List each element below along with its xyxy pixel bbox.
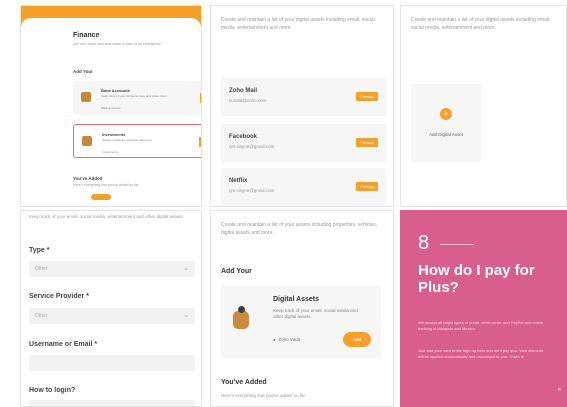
added-heading: You've Added [73, 176, 103, 181]
card-meta: Zoho Vault [273, 337, 299, 342]
finance-screen-tile: Finance Are your digital accounts ready … [20, 5, 202, 207]
digital-assets-empty-tile: Create and maintain a list of your digit… [400, 5, 567, 207]
page-description: Are your digital accounts ready in case … [73, 42, 163, 46]
bank-icon [81, 92, 91, 102]
plus-icon: + [440, 108, 452, 120]
divider [440, 244, 474, 245]
add-button[interactable]: Add [343, 332, 371, 347]
account-row[interactable]: Netflix rjm.sisyne@gmail.com Primary [221, 168, 386, 206]
chevron-down-icon: ⌄ [183, 265, 189, 272]
slide-number: 8 [418, 232, 430, 254]
asset-category-card-selected[interactable]: Investments Stocks, bonds & investment a… [73, 124, 201, 158]
card-meta: Investments [102, 150, 119, 154]
form-intro: Keep track of your email, social media, … [29, 214, 184, 219]
card-description: Keep track of your accounts here and sha… [101, 94, 168, 98]
faq-slide-tile: 8 How do I pay for Plus? We accept all m… [400, 210, 567, 407]
add-your-heading: Add Your [221, 268, 252, 275]
add-digital-asset-button[interactable]: + Add Digital Asset [411, 84, 481, 162]
add-your-heading: Add Your [73, 69, 93, 74]
service-provider-label: Service Provider * [29, 293, 89, 300]
card-title: Investments [102, 132, 126, 137]
next-arrow-icon[interactable]: » [558, 387, 561, 393]
intro-text: Create and maintain a list of your digit… [221, 17, 375, 31]
account-email: rjm.sisyne@gmail.com [229, 188, 275, 193]
add-digital-assets-tile: Create and maintain a list of your asset… [210, 210, 394, 407]
faq-answer-paragraph: Just add your card to the sign up form a… [418, 348, 544, 359]
chevron-down-icon: ⌄ [183, 312, 189, 319]
service-provider-select[interactable]: Other ⌄ [29, 308, 195, 324]
primary-badge: Primary [356, 182, 378, 191]
how-to-login-input[interactable] [29, 400, 195, 406]
intro-text: Create and maintain a list of your digit… [411, 17, 551, 31]
account-email: kunald@zoho.com [229, 98, 267, 103]
card-description: Keep track of your email, social media a… [273, 308, 358, 319]
add-digital-asset-label: Add Digital Asset [428, 132, 464, 137]
digital-accounts-list-tile: Create and maintain a list of your digit… [210, 5, 394, 207]
card-title: Bank Accounts [101, 88, 130, 93]
asset-form-tile: Keep track of your email, social media, … [20, 210, 202, 407]
primary-badge: Primary [356, 138, 378, 147]
username-label: Username or Email * [29, 341, 98, 348]
card-accent-tab [200, 93, 201, 103]
page-title: Finance [73, 32, 100, 39]
service-provider-value: Other [35, 313, 48, 319]
primary-badge: Primary [356, 92, 378, 101]
card-accent-tab [199, 137, 201, 147]
type-value: Other [35, 266, 48, 272]
card-description: Stocks, bonds & investment accounts [102, 138, 152, 142]
added-description: Here's everything that you've added so f… [73, 183, 140, 187]
investment-icon [82, 136, 92, 146]
faq-answer-paragraph: We accept all major types of credit, deb… [418, 320, 544, 331]
account-name: Netflix [229, 178, 248, 184]
added-description: Here's everything that you've added so f… [221, 393, 307, 398]
account-row[interactable]: Zoho Mail kunald@zoho.com Primary [221, 78, 386, 116]
how-to-login-label: How to login? [29, 387, 76, 394]
username-input[interactable] [29, 355, 195, 371]
type-label: Type * [29, 247, 50, 254]
account-row[interactable]: Facebook rjm.sisyne@gmail.com Primary [221, 124, 386, 162]
faq-question: How do I pay for Plus? [418, 262, 535, 296]
added-heading: You've Added [221, 379, 267, 386]
intro-text: Create and maintain a list of your asset… [221, 222, 378, 236]
asset-category-card[interactable]: Bank Accounts Keep track of your account… [73, 81, 201, 115]
card-meta: Bank accounts [101, 106, 121, 110]
person-head-icon [238, 306, 245, 313]
account-email: rjm.sisyne@gmail.com [229, 144, 275, 149]
account-name: Facebook [229, 134, 258, 140]
person-illustration-icon [233, 311, 249, 329]
card-title: Digital Assets [273, 296, 320, 303]
type-select[interactable]: Other ⌄ [29, 261, 195, 277]
account-name: Zoho Mail [229, 88, 257, 94]
digital-assets-card[interactable]: Digital Assets Keep track of your email,… [221, 286, 381, 358]
added-item-pill[interactable] [91, 194, 111, 200]
